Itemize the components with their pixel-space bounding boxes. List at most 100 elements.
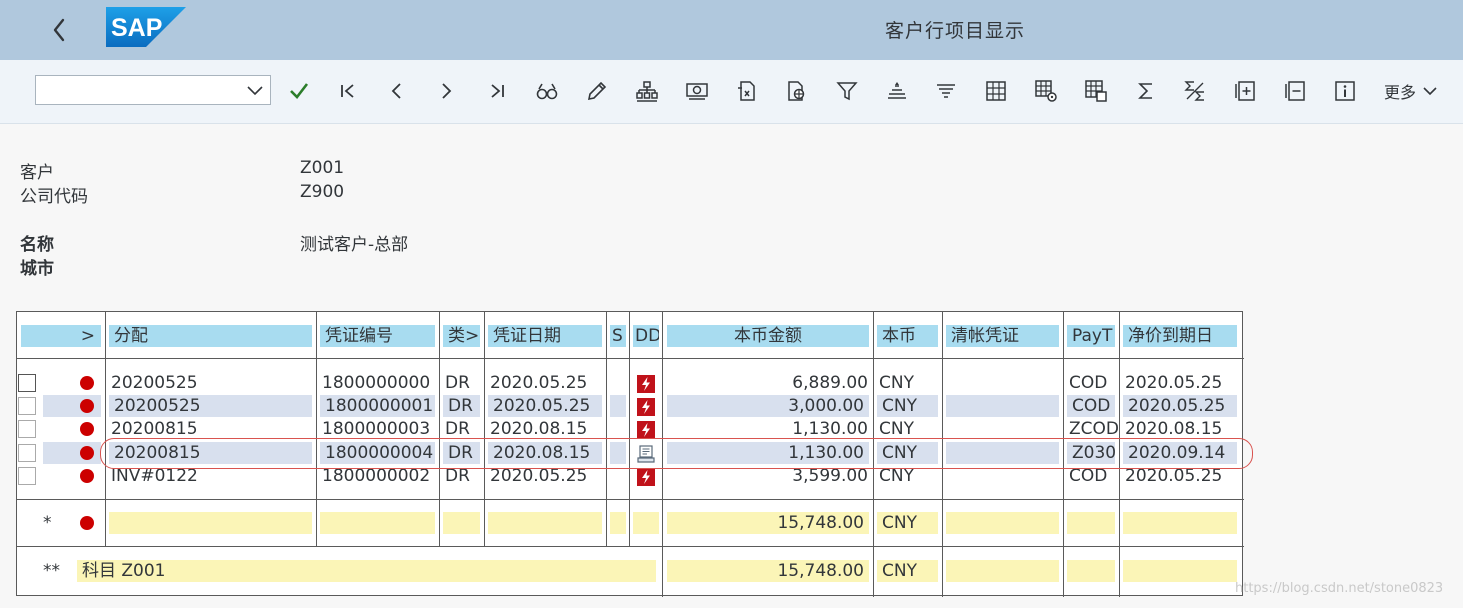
cell-assignment: 20200525 [111, 373, 198, 393]
cell-amount: 3,000.00 [667, 395, 869, 417]
command-field[interactable] [35, 75, 271, 105]
subtotal-currency: CNY [877, 512, 938, 534]
cell-amount: 3,599.00 [792, 466, 868, 486]
edit-icon [587, 81, 607, 101]
command-input[interactable] [36, 76, 236, 104]
grid-select-button[interactable] [1079, 74, 1113, 108]
overdue-icon [637, 375, 655, 393]
row-checkbox[interactable] [18, 467, 36, 485]
col-header-currency[interactable]: 本币 [877, 325, 938, 347]
status-red-icon [80, 446, 94, 460]
col-header-doc-date[interactable]: 凭证日期 [488, 325, 602, 347]
previous-icon [391, 83, 401, 99]
customer-label: 客户 [20, 163, 54, 183]
check-icon [290, 83, 309, 99]
last-page-icon [491, 84, 504, 98]
cell-doc-no[interactable]: 1800000002 [317, 465, 439, 487]
cell-type: DR [445, 466, 470, 486]
grid-settings-button[interactable] [1029, 74, 1063, 108]
cell-net-due: 2020.09.14 [1123, 442, 1237, 464]
collapse-button[interactable] [1278, 74, 1312, 108]
cell-currency: CNY [879, 373, 914, 393]
subtotal-cell [109, 512, 312, 534]
subtotal-button[interactable] [1178, 74, 1212, 108]
company-code-value: Z900 [300, 182, 345, 202]
edit-button[interactable] [580, 74, 614, 108]
row-checkbox[interactable] [18, 397, 36, 415]
chevron-down-icon[interactable] [246, 82, 264, 98]
currency-button[interactable] [680, 74, 714, 108]
cell-currency: CNY [879, 466, 914, 486]
col-header-type[interactable]: 类> [443, 325, 480, 347]
cell-clearing-doc [943, 465, 1063, 487]
cell-doc-no[interactable]: 1800000003 [317, 418, 439, 440]
cell-net-due: 2020.08.15 [1125, 419, 1223, 439]
cell-doc-no[interactable]: 1800000000 [317, 372, 439, 394]
total-cell [1067, 560, 1115, 582]
total-amount: 15,748.00 [667, 560, 869, 582]
col-header-net-due[interactable]: 净价到期日 [1123, 325, 1237, 347]
export-button[interactable] [730, 74, 764, 108]
col-header-status[interactable]: > [21, 325, 101, 347]
grid-button[interactable] [979, 74, 1013, 108]
cell-doc-no[interactable]: 1800000001 [320, 395, 435, 417]
sort-descending-button[interactable] [929, 74, 963, 108]
cell-currency: CNY [877, 395, 938, 417]
col-header-s[interactable]: S [610, 325, 626, 347]
toolbar: 更多 [0, 60, 1463, 124]
cell-doc-no[interactable]: 1800000004 [320, 442, 435, 464]
document-globe-button[interactable] [779, 74, 813, 108]
watermark: https://blog.csdn.net/stone0823 [1235, 581, 1444, 596]
col-header-assignment[interactable]: 分配 [109, 325, 312, 347]
subtotal-cell [610, 512, 626, 534]
sum-button[interactable] [1129, 74, 1163, 108]
col-header-dd[interactable]: DD [633, 325, 659, 347]
cell-s [610, 395, 626, 417]
city-label: 城市 [20, 259, 54, 279]
currency-icon [686, 83, 708, 100]
col-header-doc-no[interactable]: 凭证编号 [320, 325, 435, 347]
first-page-button[interactable] [331, 74, 365, 108]
expand-button[interactable] [1228, 74, 1262, 108]
filter-button[interactable] [830, 74, 864, 108]
enter-button[interactable] [282, 74, 316, 108]
cell-doc-date: 2020.05.25 [490, 373, 588, 393]
layout-button[interactable] [630, 74, 664, 108]
subtotal-marker: * [43, 513, 52, 533]
layout-icon [636, 81, 658, 102]
cell-type: DR [443, 442, 480, 464]
row-checkbox[interactable] [18, 444, 36, 462]
more-menu-button[interactable]: 更多 [1384, 77, 1438, 105]
next-icon [442, 83, 452, 99]
expand-icon [1235, 81, 1255, 101]
row-checkbox[interactable] [18, 420, 36, 438]
col-header-clearing-doc[interactable]: 清帐凭证 [946, 325, 1059, 347]
cell-amount: 1,130.00 [667, 442, 869, 464]
cell-clearing-doc [946, 442, 1059, 464]
total-currency: CNY [877, 560, 938, 582]
cell-doc-date: 2020.08.15 [490, 419, 588, 439]
col-header-amount[interactable]: 本币金额 [667, 325, 869, 347]
find-icon [536, 83, 558, 100]
subtotal-cell [1067, 512, 1115, 534]
row-checkbox[interactable] [18, 374, 36, 392]
sap-logo-text: SAP [111, 14, 162, 42]
status-red-icon [80, 422, 94, 436]
overdue-icon [637, 468, 655, 486]
cell-amount: 1,130.00 [792, 419, 868, 439]
cell-assignment: 20200815 [111, 419, 198, 439]
previous-page-button[interactable] [380, 74, 414, 108]
col-header-payt[interactable]: PayT [1067, 325, 1115, 347]
back-button[interactable] [44, 14, 74, 46]
next-page-button[interactable] [429, 74, 463, 108]
sort-ascending-button[interactable] [880, 74, 914, 108]
name-value: 测试客户-总部 [300, 235, 409, 255]
shell-bar: SAP 客户行项目显示 [0, 0, 1463, 60]
subtotal-icon [1184, 81, 1204, 101]
info-button[interactable] [1328, 74, 1362, 108]
sort-descending-icon [937, 84, 955, 98]
subtotal-cell [488, 512, 602, 534]
subtotal-cell [633, 512, 659, 534]
last-page-button[interactable] [480, 74, 514, 108]
find-button[interactable] [530, 74, 564, 108]
